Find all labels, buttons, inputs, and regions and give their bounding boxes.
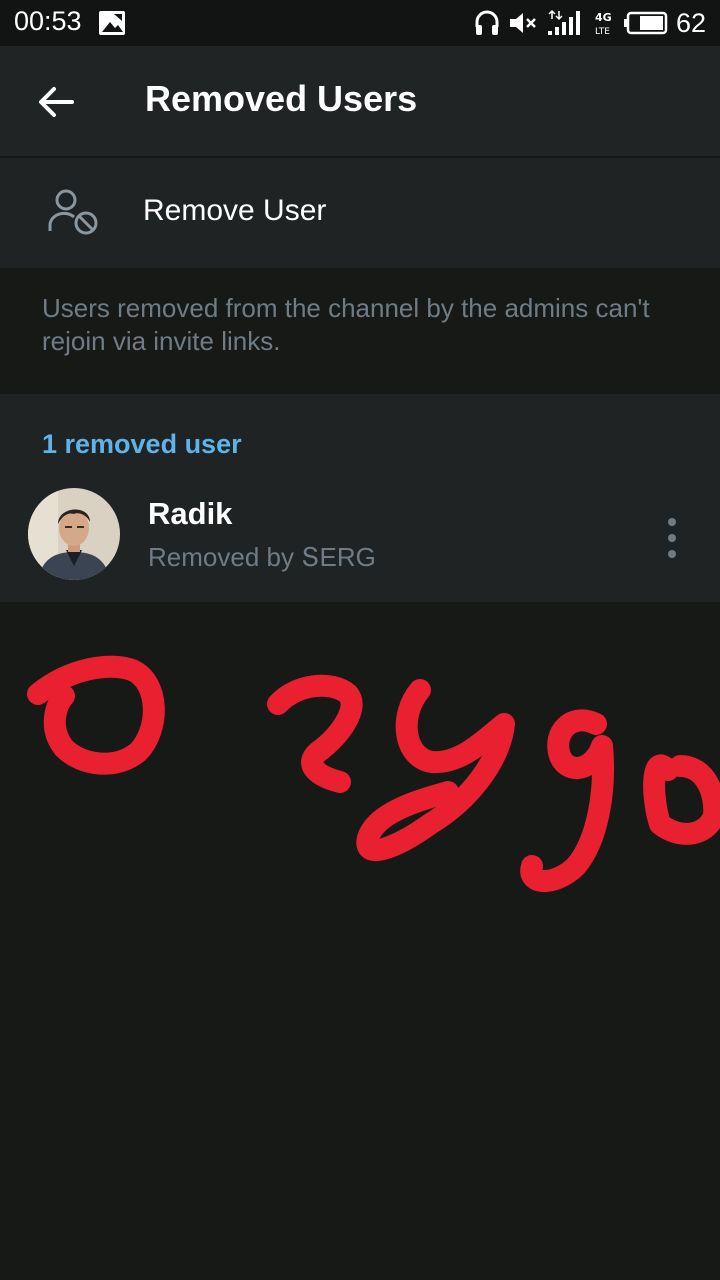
more-dot-icon <box>668 518 676 526</box>
user-name: Radik <box>148 496 233 531</box>
remove-user-icon <box>48 189 98 235</box>
signal-icon <box>547 9 580 35</box>
info-text: Users removed from the channel by the ad… <box>42 293 650 356</box>
more-dot-icon <box>668 534 676 542</box>
status-time: 00:53 <box>14 6 82 36</box>
gallery-notification-icon <box>99 11 125 35</box>
battery-level: 62 <box>675 7 706 38</box>
network-4g-lte-icon: 4G LTE <box>595 11 612 37</box>
avatar <box>28 488 120 580</box>
info-section: Users removed from the channel by the ad… <box>0 270 720 392</box>
status-bar: 00:53 4G LTE 62 <box>0 0 720 46</box>
mute-icon <box>509 13 536 33</box>
battery-icon <box>623 11 668 35</box>
remove-user-button[interactable]: Remove User <box>0 158 720 268</box>
status-icons: 4G LTE 62 <box>474 6 706 40</box>
svg-text:LTE: LTE <box>595 27 610 37</box>
removed-by-text: Removed by ՏERG <box>148 542 376 572</box>
remove-user-label: Remove User <box>143 194 327 227</box>
back-arrow-icon <box>39 87 74 117</box>
page-title: Removed Users <box>145 78 418 119</box>
app-bar: Removed Users <box>0 46 720 156</box>
red-scribble-annotation <box>27 655 720 892</box>
svg-text:4G: 4G <box>595 11 612 24</box>
more-options-button[interactable] <box>660 518 684 558</box>
section-header: 1 removed user <box>42 429 242 459</box>
back-button[interactable] <box>28 74 84 130</box>
user-photo <box>28 488 120 580</box>
list-item[interactable]: Radik Removed by ՏERG <box>0 482 720 592</box>
more-dot-icon <box>668 550 676 558</box>
removed-users-list: 1 removed user Radik Removed by ՏERG <box>0 394 720 602</box>
headphones-icon <box>475 10 499 35</box>
